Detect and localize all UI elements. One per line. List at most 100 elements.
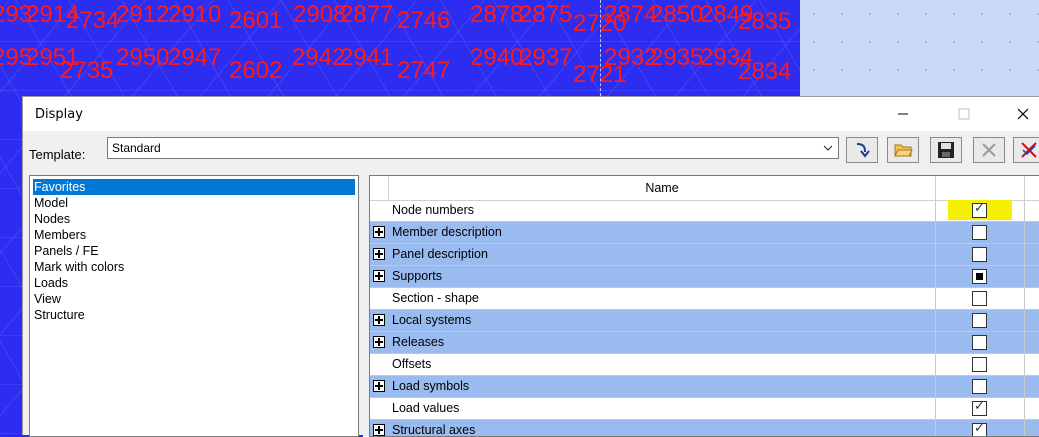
node-number-label: 2935: [650, 44, 704, 71]
delete-x-icon: [982, 143, 996, 157]
row-label: Member description: [392, 225, 502, 239]
row-label: Load values: [392, 401, 460, 415]
node-number-label: 2910: [168, 1, 222, 28]
node-number-label: 2950: [116, 44, 170, 71]
row-label: Load symbols: [392, 379, 470, 393]
column-header-visibility[interactable]: [936, 176, 1025, 200]
row-label: Local systems: [392, 313, 472, 327]
visibility-checkbox[interactable]: [972, 421, 987, 436]
close-button[interactable]: [1000, 97, 1039, 131]
node-number-label: 2940: [470, 44, 524, 71]
visibility-checkbox[interactable]: [972, 379, 987, 394]
category-item-panels-fe[interactable]: Panels / FE: [33, 243, 99, 259]
visibility-checkbox[interactable]: [972, 247, 987, 262]
grid-row-panel-description[interactable]: Panel description: [370, 244, 1039, 266]
grid-row-node-numbers[interactable]: Node numbers: [370, 200, 1039, 222]
dialog-title: Display: [35, 107, 83, 122]
open-template-button[interactable]: [887, 137, 919, 163]
template-label: Template:: [29, 147, 86, 162]
visibility-checkbox[interactable]: [972, 335, 987, 350]
node-number-label: 2835: [738, 8, 792, 35]
grid-header: Name: [370, 176, 1039, 201]
close-icon: [1017, 108, 1029, 120]
maximize-icon: [958, 108, 970, 120]
visibility-checkbox[interactable]: [972, 313, 987, 328]
node-number-label: 2601: [229, 7, 283, 34]
chevron-down-icon: [823, 145, 833, 151]
grid-row-member-description[interactable]: Member description: [370, 222, 1039, 244]
node-number-label: 2877: [340, 1, 394, 28]
display-options-grid[interactable]: Name Node numbers Member description Pan…: [369, 175, 1039, 437]
node-number-label: 2850: [650, 1, 704, 28]
row-label: Offsets: [392, 357, 432, 371]
category-list[interactable]: Favorites Model Nodes Members Panels / F…: [29, 175, 359, 437]
row-label: Releases: [392, 335, 445, 349]
visibility-checkbox[interactable]: [972, 357, 987, 372]
load-template-icon: [856, 143, 870, 158]
minimize-icon: [898, 113, 908, 115]
category-item-mark-with-colors[interactable]: Mark with colors: [33, 259, 124, 275]
canvas-grid-area: [800, 0, 1039, 96]
node-number-label: 2834: [738, 58, 792, 85]
node-number-label: 2602: [229, 57, 283, 84]
minimize-button[interactable]: [880, 97, 926, 131]
row-label: Structural axes: [392, 423, 476, 437]
node-number-label: 2912: [116, 1, 170, 28]
expand-plus-icon[interactable]: [373, 226, 385, 238]
category-item-structure[interactable]: Structure: [33, 307, 85, 323]
row-label: Panel description: [392, 247, 488, 261]
node-number-label: 2747: [397, 57, 451, 84]
save-disk-icon: [938, 142, 954, 158]
expand-plus-icon[interactable]: [373, 424, 385, 436]
node-number-label: 2734: [66, 7, 120, 34]
category-item-loads[interactable]: Loads: [33, 275, 68, 291]
row-label: Section - shape: [392, 291, 479, 305]
grid-row-load-values[interactable]: Load values: [370, 398, 1039, 420]
expand-plus-icon[interactable]: [373, 336, 385, 348]
reset-template-button[interactable]: [1013, 137, 1039, 163]
load-template-button[interactable]: [846, 137, 878, 163]
dialog-titlebar[interactable]: Display: [23, 97, 1039, 131]
maximize-button: [941, 97, 987, 131]
node-number-label: 2735: [60, 57, 114, 84]
category-item-view[interactable]: View: [33, 291, 61, 307]
visibility-checkbox[interactable]: [972, 201, 987, 218]
category-item-members[interactable]: Members: [33, 227, 86, 243]
grid-row-local-systems[interactable]: Local systems: [370, 310, 1039, 332]
node-number-label: 2878: [470, 1, 524, 28]
column-header-name[interactable]: Name: [389, 176, 936, 200]
category-item-model[interactable]: Model: [33, 195, 68, 211]
visibility-checkbox[interactable]: [972, 399, 987, 416]
grid-row-load-symbols[interactable]: Load symbols: [370, 376, 1039, 398]
expand-plus-icon[interactable]: [373, 380, 385, 392]
expand-plus-icon[interactable]: [373, 270, 385, 282]
row-label: Node numbers: [392, 203, 474, 217]
node-number-label: 2942: [292, 44, 346, 71]
save-template-button[interactable]: [930, 137, 962, 163]
visibility-checkbox[interactable]: [972, 269, 987, 284]
grid-row-section-shape[interactable]: Section - shape: [370, 288, 1039, 310]
grid-row-releases[interactable]: Releases: [370, 332, 1039, 354]
expand-plus-icon[interactable]: [373, 248, 385, 260]
node-number-label: 2937: [519, 44, 573, 71]
row-header-corner: [370, 176, 389, 200]
open-folder-icon: [894, 144, 913, 157]
template-dropdown[interactable]: Standard: [107, 137, 839, 159]
template-selected-value: Standard: [112, 141, 161, 155]
node-number-label: 2746: [397, 7, 451, 34]
display-dialog: Display Template: Standard Favorites Mod…: [22, 96, 1039, 437]
category-item-favorites[interactable]: Favorites: [33, 179, 355, 195]
node-number-label: 2941: [340, 44, 394, 71]
category-item-nodes[interactable]: Nodes: [33, 211, 70, 227]
node-number-label: 2947: [168, 44, 222, 71]
grid-row-supports[interactable]: Supports: [370, 266, 1039, 288]
reset-icon: [1021, 142, 1037, 158]
expand-plus-icon[interactable]: [373, 314, 385, 326]
visibility-checkbox[interactable]: [972, 225, 987, 240]
delete-template-button: [973, 137, 1005, 163]
row-label: Supports: [392, 269, 443, 283]
node-number-label: 2875: [519, 1, 573, 28]
grid-row-offsets[interactable]: Offsets: [370, 354, 1039, 376]
visibility-checkbox[interactable]: [972, 291, 987, 306]
grid-row-structural-axes[interactable]: Structural axes: [370, 420, 1039, 437]
